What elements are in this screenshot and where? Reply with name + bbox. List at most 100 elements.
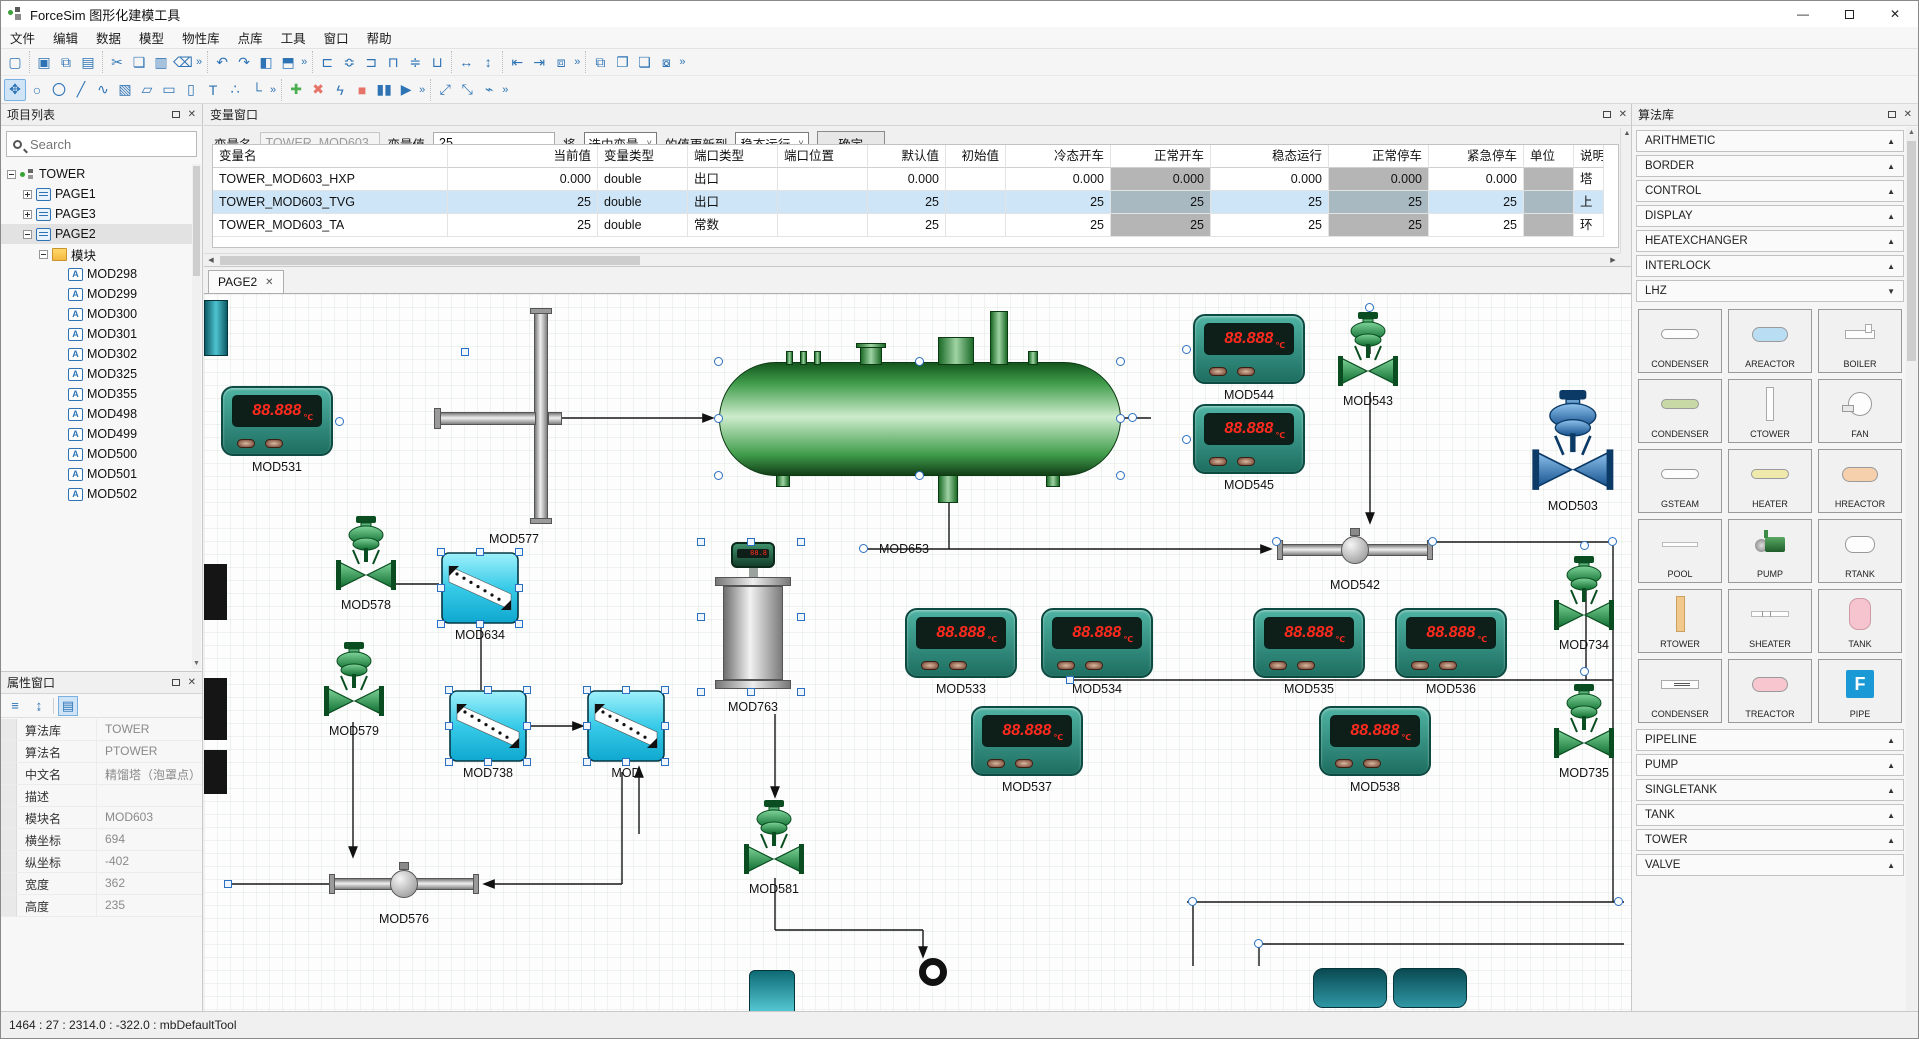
palette-item-CONDENSER[interactable]: CONDENSER <box>1638 379 1722 443</box>
table-cell[interactable]: 25 <box>1329 191 1429 214</box>
float-panel-icon[interactable] <box>1888 111 1896 118</box>
column-header-4[interactable]: 端口位置 <box>778 145 868 168</box>
anchor-point[interactable] <box>224 880 232 888</box>
selection-handle[interactable] <box>797 613 805 621</box>
port-point[interactable] <box>1428 537 1437 546</box>
selection-handle[interactable] <box>515 620 523 628</box>
table-cell[interactable]: 0.000 <box>1211 168 1329 191</box>
selection-handle[interactable] <box>484 758 492 766</box>
selection-handle[interactable] <box>476 548 484 556</box>
send-backward-icon[interactable]: ⧇ <box>655 51 677 73</box>
display-button[interactable] <box>921 661 939 670</box>
close-button[interactable]: ✕ <box>1872 1 1918 27</box>
paste-icon[interactable]: ▥ <box>150 51 172 73</box>
table-cell[interactable]: 25 <box>1006 214 1111 237</box>
palette-section-DISPLAY[interactable]: DISPLAY▲ <box>1636 205 1904 227</box>
property-pages-icon[interactable]: ▤ <box>58 696 78 716</box>
property-value[interactable]: 362 <box>97 873 202 894</box>
palette-item-RTOWER[interactable]: RTOWER <box>1638 589 1722 653</box>
align-top-icon[interactable]: ⊓ <box>382 51 404 73</box>
selection-handle[interactable] <box>445 722 453 730</box>
palette-section-PUMP[interactable]: PUMP▲ <box>1636 754 1904 776</box>
palette-item-PUMP[interactable]: PUMP <box>1728 519 1812 583</box>
scroll-right-icon[interactable]: ▶ <box>1606 256 1620 264</box>
selection-handle[interactable] <box>697 688 705 696</box>
tree-item-MOD501[interactable]: AMOD501 <box>1 464 192 484</box>
overflow-chevron[interactable]: » <box>572 56 582 68</box>
display-button[interactable] <box>949 661 967 670</box>
table-cell[interactable]: double <box>598 168 688 191</box>
tree-item-MOD355[interactable]: AMOD355 <box>1 384 192 404</box>
selection-handle[interactable] <box>523 686 531 694</box>
column-header-0[interactable]: 变量名 <box>213 145 448 168</box>
table-cell[interactable] <box>1524 191 1574 214</box>
table-cell[interactable]: 常数 <box>688 214 778 237</box>
display-button[interactable] <box>1335 759 1353 768</box>
tab-page2[interactable]: PAGE2 ✕ <box>208 270 284 293</box>
selection-handle[interactable] <box>583 758 591 766</box>
flip-vertical-icon[interactable]: ⬒ <box>277 51 299 73</box>
rect-tool-icon[interactable]: ▭ <box>158 79 180 101</box>
play-icon[interactable]: ▶ <box>395 79 417 101</box>
align-middle-icon[interactable]: ≑ <box>404 51 426 73</box>
float-panel-icon[interactable] <box>172 111 180 118</box>
send-to-back-icon[interactable]: ❐ <box>611 51 633 73</box>
horizontal-vessel[interactable] <box>719 362 1121 476</box>
palette-item-PIPE[interactable]: FPIPE <box>1818 659 1902 723</box>
property-value[interactable]: -402 <box>97 851 202 872</box>
menu-item-7[interactable]: 窗口 <box>315 26 358 49</box>
column-header-1[interactable]: 当前值 <box>448 145 598 168</box>
cut-icon[interactable]: ✂ <box>106 51 128 73</box>
selection-handle[interactable] <box>797 538 805 546</box>
float-panel-icon[interactable] <box>1603 111 1611 118</box>
tree-item-MOD298[interactable]: AMOD298 <box>1 264 192 284</box>
palette-section-PIPELINE[interactable]: PIPELINE▲ <box>1636 729 1904 751</box>
sort-az-icon[interactable]: ↨ <box>29 696 49 716</box>
port-point[interactable] <box>859 544 868 553</box>
palette-item-SHEATER[interactable]: SHEATER <box>1728 589 1812 653</box>
table-cell[interactable]: 25 <box>1329 214 1429 237</box>
port-point[interactable] <box>1254 939 1263 948</box>
instrument-display[interactable]: 88.888℃ <box>221 386 333 456</box>
zoom-shrink-icon[interactable]: ⤡ <box>456 79 478 101</box>
display-button[interactable] <box>1057 661 1075 670</box>
image-tool-icon[interactable]: ▧ <box>114 79 136 101</box>
port-point[interactable] <box>1272 537 1281 546</box>
display-button[interactable] <box>1209 457 1227 466</box>
port-point[interactable] <box>1188 897 1197 906</box>
tree-item-MOD498[interactable]: AMOD498 <box>1 404 192 424</box>
save-icon[interactable]: ▣ <box>33 51 55 73</box>
palette-item-GSTEAM[interactable]: GSTEAM <box>1638 449 1722 513</box>
selection-handle[interactable] <box>523 758 531 766</box>
table-cell[interactable]: TOWER_MOD603_HXP <box>213 168 448 191</box>
connector-tool-icon[interactable]: └ <box>246 79 268 101</box>
palette-section-TOWER[interactable]: TOWER▲ <box>1636 829 1904 851</box>
selection-handle[interactable] <box>445 758 453 766</box>
column-module[interactable] <box>441 552 519 624</box>
instrument-display[interactable]: 88.888℃ <box>1193 314 1305 384</box>
delete-icon[interactable]: ⌫ <box>172 51 194 73</box>
table-cell[interactable]: 25 <box>1211 214 1329 237</box>
table-cell[interactable]: 出口 <box>688 168 778 191</box>
table-cell[interactable]: 上 <box>1574 191 1604 214</box>
pipeline-valve[interactable] <box>329 862 479 908</box>
selection-handle[interactable] <box>515 548 523 556</box>
display-button[interactable] <box>1439 661 1457 670</box>
port-point[interactable] <box>1608 537 1617 546</box>
column-module[interactable] <box>587 690 665 762</box>
selection-handle[interactable] <box>747 538 755 546</box>
table-cell[interactable]: 塔 <box>1574 168 1604 191</box>
selection-handle[interactable] <box>1116 414 1125 423</box>
table-cell[interactable] <box>778 191 868 214</box>
property-value[interactable]: MOD603 <box>97 807 202 828</box>
selection-handle[interactable] <box>661 758 669 766</box>
pipeline-valve[interactable] <box>1277 528 1433 574</box>
table-cell[interactable] <box>946 191 1006 214</box>
table-cell[interactable]: 0.000 <box>868 168 946 191</box>
palette-item-POOL[interactable]: POOL <box>1638 519 1722 583</box>
close-panel-icon[interactable]: ✕ <box>1904 109 1912 120</box>
page-tool-icon[interactable]: ▯ <box>180 79 202 101</box>
selection-handle[interactable] <box>515 584 523 592</box>
property-value[interactable]: TOWER <box>97 719 202 740</box>
table-cell[interactable]: double <box>598 214 688 237</box>
